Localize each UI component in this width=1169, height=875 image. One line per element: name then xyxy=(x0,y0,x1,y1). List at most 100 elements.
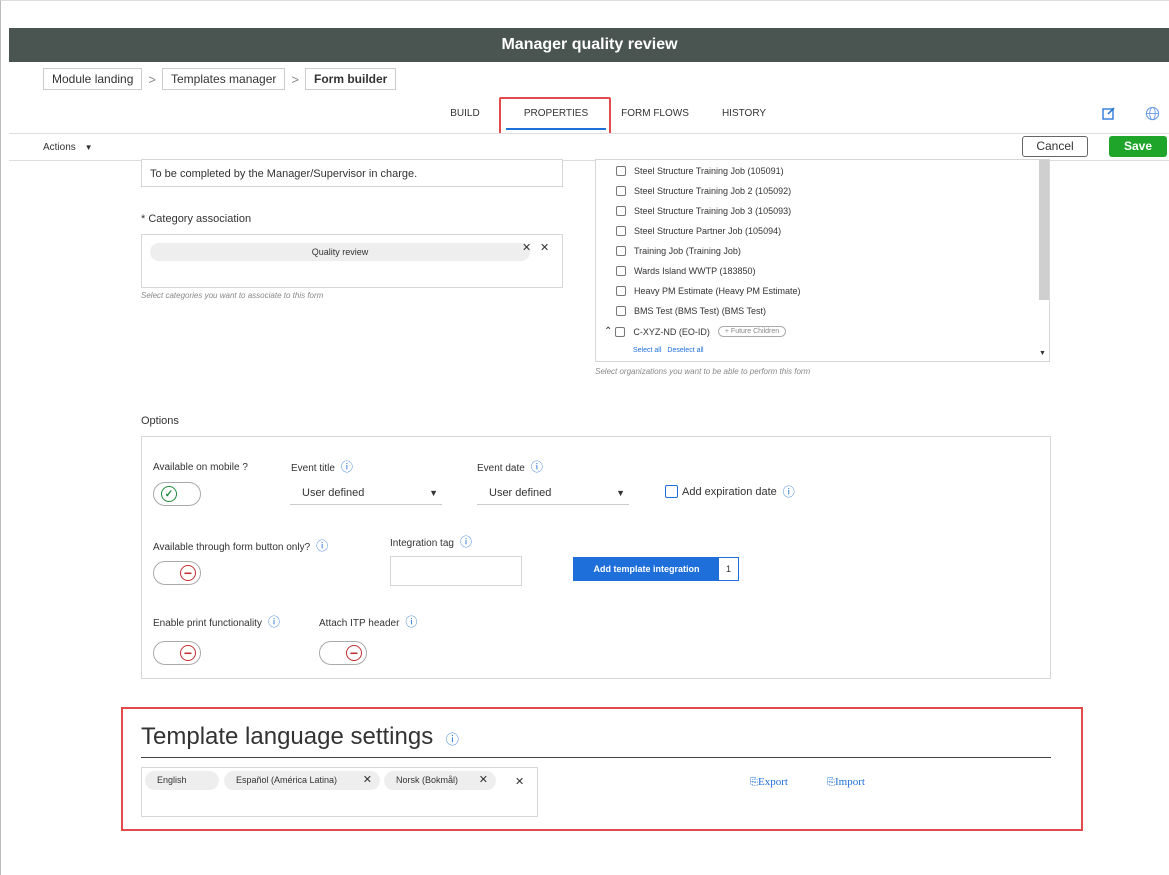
deselect-all-link[interactable]: Deselect all xyxy=(667,347,703,354)
available-mobile-toggle[interactable]: ✓ xyxy=(153,482,201,506)
minus-circle-icon: − xyxy=(346,645,362,661)
save-button[interactable]: Save xyxy=(1109,136,1167,157)
org-item[interactable]: Steel Structure Training Job (105091) xyxy=(616,166,784,176)
caret-down-icon: ▼ xyxy=(84,143,93,152)
actions-dropdown[interactable]: Actions ▼ xyxy=(43,142,93,153)
event-title-label: Event title ⓘ xyxy=(291,458,353,475)
minus-circle-icon: − xyxy=(180,645,196,661)
category-hint: Select categories you want to associate … xyxy=(141,291,324,300)
tab-build[interactable]: BUILD xyxy=(441,102,489,130)
checkbox[interactable] xyxy=(616,286,626,296)
scroll-down-icon[interactable]: ▼ xyxy=(1039,350,1046,357)
checkbox[interactable] xyxy=(616,186,626,196)
highlight-properties-tab xyxy=(499,97,611,135)
print-label: Enable print functionality ⓘ xyxy=(153,613,280,630)
description-value: To be completed by the Manager/Superviso… xyxy=(150,168,418,180)
org-item[interactable]: Steel Structure Training Job 2 (105092) xyxy=(616,186,791,196)
description-field[interactable]: To be completed by the Manager/Superviso… xyxy=(141,159,563,187)
category-select[interactable]: Quality review ✕ ✕ xyxy=(141,234,563,288)
chevron-up-icon[interactable]: ⌃ xyxy=(604,326,612,337)
scrollbar[interactable] xyxy=(1039,160,1049,300)
checkbox[interactable] xyxy=(616,166,626,176)
breadcrumb-module-landing[interactable]: Module landing xyxy=(43,68,143,90)
add-integration-label: Add template integration xyxy=(574,558,719,580)
org-label: Heavy PM Estimate (Heavy PM Estimate) xyxy=(634,286,801,296)
integration-tag-input[interactable] xyxy=(390,556,522,586)
org-label: Steel Structure Training Job (105091) xyxy=(634,166,784,176)
info-icon[interactable]: ⓘ xyxy=(460,535,472,549)
info-icon[interactable]: ⓘ xyxy=(531,460,543,474)
tab-history[interactable]: HISTORY xyxy=(713,102,775,130)
event-date-select[interactable]: User defined ▼ xyxy=(477,481,629,505)
itp-toggle[interactable]: − xyxy=(319,641,367,665)
check-icon: ✓ xyxy=(161,486,177,502)
itp-text: Attach ITP header xyxy=(319,618,400,629)
integration-count: 1 xyxy=(725,564,731,574)
highlight-language-section xyxy=(121,707,1083,831)
org-item[interactable]: Steel Structure Partner Job (105094) xyxy=(616,226,781,236)
event-date-value: User defined xyxy=(489,487,552,499)
checkbox[interactable] xyxy=(616,226,626,236)
action-bar: Actions ▼ xyxy=(9,133,1169,161)
info-icon[interactable]: ⓘ xyxy=(268,615,280,629)
org-label: C-XYZ-ND (EO-ID) xyxy=(633,326,710,337)
app-title: Manager quality review xyxy=(501,36,678,53)
form-button-only-label: Available through form button only? ⓘ xyxy=(153,537,328,554)
globe-icon[interactable] xyxy=(1145,106,1160,124)
minus-circle-icon: − xyxy=(180,565,196,581)
itp-label: Attach ITP header ⓘ xyxy=(319,613,417,630)
event-title-text: Event title xyxy=(291,463,335,474)
chevron-right-icon: > xyxy=(291,71,299,87)
tab-form-flows[interactable]: FORM FLOWS xyxy=(615,102,695,130)
event-title-select[interactable]: User defined ▼ xyxy=(290,481,442,505)
breadcrumb-templates-manager[interactable]: Templates manager xyxy=(162,68,286,90)
breadcrumb: Module landing > Templates manager > For… xyxy=(43,68,397,90)
org-label: Wards Island WWTP (183850) xyxy=(634,266,756,276)
select-all-link[interactable]: Select all xyxy=(633,347,661,354)
checkbox[interactable] xyxy=(616,206,626,216)
info-icon[interactable]: ⓘ xyxy=(341,460,353,474)
org-label: Training Job (Training Job) xyxy=(634,246,741,256)
org-item[interactable]: ⌃ C-XYZ-ND (EO-ID) + Future Children xyxy=(604,326,787,337)
org-item[interactable]: Training Job (Training Job) xyxy=(616,246,741,256)
breadcrumb-form-builder[interactable]: Form builder xyxy=(304,68,397,90)
org-label: BMS Test (BMS Test) (BMS Test) xyxy=(634,306,767,316)
edit-icon[interactable] xyxy=(1102,106,1116,123)
event-title-value: User defined xyxy=(302,487,365,499)
checkbox[interactable] xyxy=(616,266,626,276)
integration-tag-text: Integration tag xyxy=(390,538,454,549)
actions-label: Actions xyxy=(43,142,76,153)
info-icon[interactable]: ⓘ xyxy=(405,615,417,629)
clear-all-icon[interactable]: ✕ xyxy=(540,241,549,254)
caret-down-icon: ▼ xyxy=(429,488,438,498)
checkbox[interactable] xyxy=(616,306,626,316)
add-template-integration-button[interactable]: Add template integration 1 xyxy=(573,557,739,581)
future-children-chip[interactable]: + Future Children xyxy=(717,326,787,337)
remove-chip-icon[interactable]: ✕ xyxy=(522,241,531,254)
org-label: Steel Structure Partner Job (105094) xyxy=(634,226,782,236)
page: Manager quality review Module landing > … xyxy=(0,0,1169,875)
expiration-label: Add expiration date xyxy=(682,485,777,498)
info-icon[interactable]: ⓘ xyxy=(783,483,795,500)
select-links: Select all Deselect all xyxy=(633,347,704,354)
form-button-only-toggle[interactable]: − xyxy=(153,561,201,585)
cancel-button[interactable]: Cancel xyxy=(1022,136,1088,157)
event-date-text: Event date xyxy=(477,463,525,474)
integration-tag-label: Integration tag ⓘ xyxy=(390,533,472,550)
org-item[interactable]: Steel Structure Training Job 3 (105093) xyxy=(616,206,791,216)
caret-down-icon: ▼ xyxy=(616,488,625,498)
org-label: Steel Structure Training Job 3 (105093) xyxy=(634,206,792,216)
expiration-option[interactable]: Add expiration date ⓘ xyxy=(665,483,795,500)
organization-list: Steel Structure Training Job (105091) St… xyxy=(595,159,1050,362)
org-item[interactable]: Heavy PM Estimate (Heavy PM Estimate) xyxy=(616,286,801,296)
org-item[interactable]: BMS Test (BMS Test) (BMS Test) xyxy=(616,306,766,316)
available-mobile-label: Available on mobile ? xyxy=(153,462,248,473)
category-chip: Quality review xyxy=(150,243,530,261)
expiration-checkbox[interactable] xyxy=(665,485,678,498)
print-toggle[interactable]: − xyxy=(153,641,201,665)
checkbox[interactable] xyxy=(615,326,626,337)
checkbox[interactable] xyxy=(616,246,626,256)
info-icon[interactable]: ⓘ xyxy=(316,539,328,553)
org-item[interactable]: Wards Island WWTP (183850) xyxy=(616,266,756,276)
category-label: * Category association xyxy=(141,213,252,225)
